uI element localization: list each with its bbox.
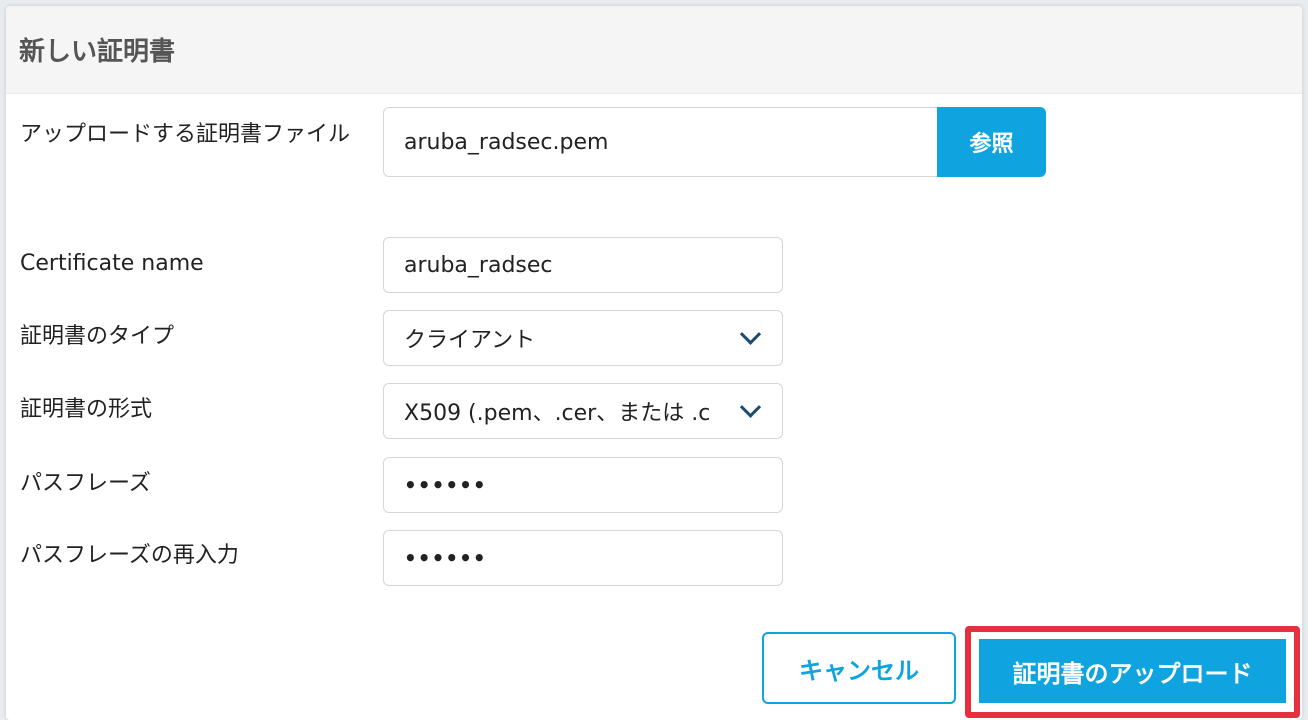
certificate-type-select[interactable]: クライアント bbox=[383, 310, 783, 366]
certificate-name-label: Certificate name bbox=[20, 251, 204, 276]
certificate-name-input[interactable]: aruba_radsec bbox=[383, 237, 783, 293]
file-label: アップロードする証明書ファイル bbox=[20, 122, 351, 147]
new-certificate-dialog: 新しい証明書 アップロードする証明書ファイル aruba_radsec.pem … bbox=[6, 6, 1302, 720]
chevron-down-icon bbox=[739, 323, 762, 345]
passphrase-confirm-label: パスフレーズの再入力 bbox=[20, 543, 239, 568]
certificate-file-input[interactable]: aruba_radsec.pem bbox=[383, 107, 938, 177]
passphrase-confirm-value: •••••• bbox=[404, 546, 487, 570]
certificate-name-value: aruba_radsec bbox=[404, 252, 553, 278]
upload-certificate-button[interactable]: 証明書のアップロード bbox=[979, 639, 1286, 703]
certificate-format-label: 証明書の形式 bbox=[20, 397, 153, 422]
passphrase-confirm-input[interactable]: •••••• bbox=[383, 530, 783, 586]
certificate-type-value: クライアント bbox=[404, 328, 536, 353]
chevron-down-icon bbox=[739, 396, 762, 418]
cancel-button[interactable]: キャンセル bbox=[762, 632, 956, 704]
dialog-title: 新しい証明書 bbox=[19, 37, 176, 67]
passphrase-input[interactable]: •••••• bbox=[383, 457, 783, 513]
passphrase-label: パスフレーズ bbox=[20, 471, 151, 496]
passphrase-value: •••••• bbox=[404, 473, 487, 497]
certificate-type-label: 証明書のタイプ bbox=[20, 324, 175, 349]
certificate-format-value: X509 (.pem、.cer、または .c bbox=[404, 401, 711, 426]
certificate-file-value: aruba_radsec.pem bbox=[404, 129, 609, 155]
certificate-format-select[interactable]: X509 (.pem、.cer、または .c bbox=[383, 383, 783, 439]
dialog-header: 新しい証明書 bbox=[6, 6, 1302, 94]
browse-button[interactable]: 参照 bbox=[937, 107, 1046, 177]
